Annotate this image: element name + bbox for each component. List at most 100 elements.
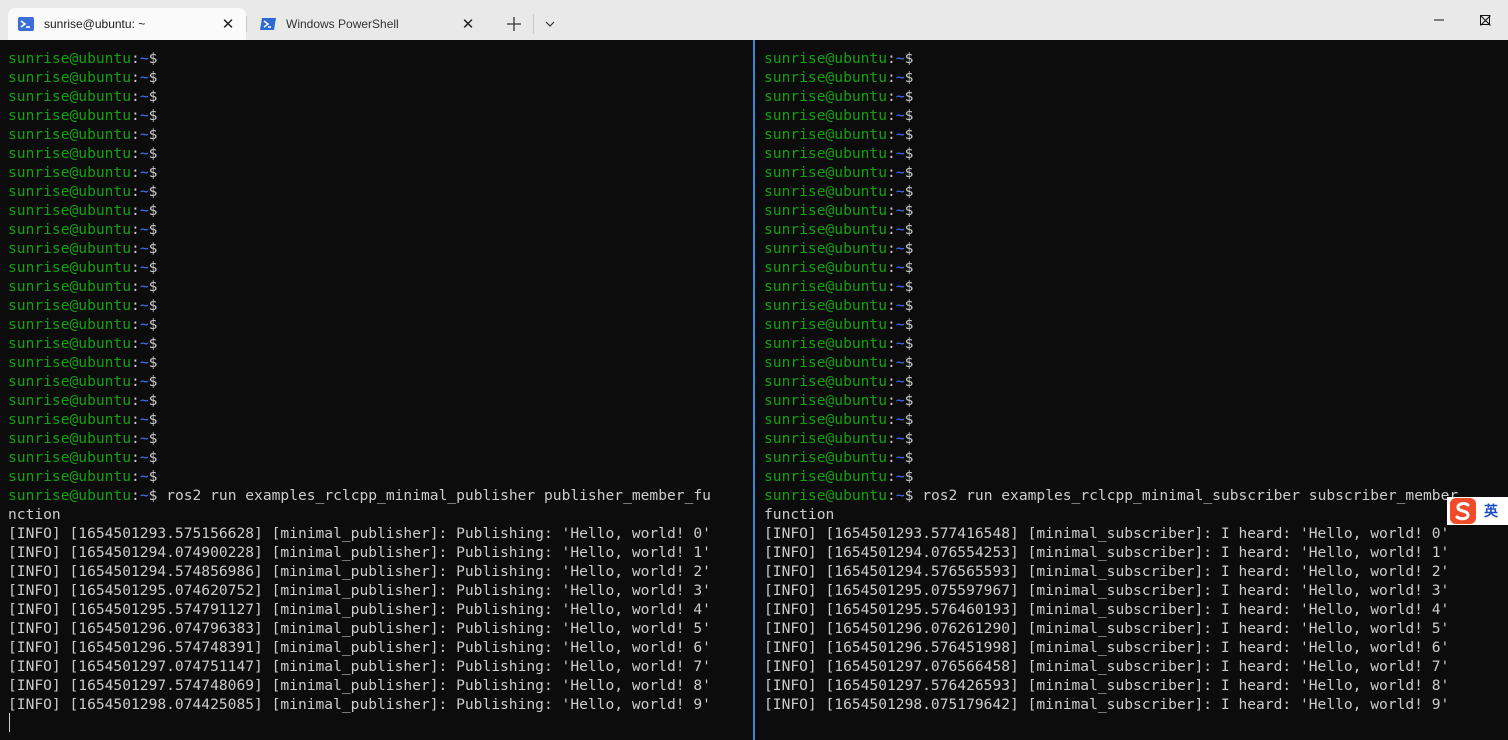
- prompt-symbol: $: [904, 373, 914, 390]
- prompt-line: sunrise@ubuntu:~$: [764, 410, 1467, 429]
- prompt-line: sunrise@ubuntu:~$ ros2 run examples_rclc…: [8, 486, 711, 505]
- prompt-user: sunrise@ubuntu: [8, 240, 132, 257]
- prompt-symbol: $: [904, 202, 914, 219]
- prompt-path: ~: [895, 126, 905, 143]
- log-line: [INFO] [1654501294.574856986] [minimal_p…: [8, 563, 711, 580]
- prompt-user: sunrise@ubuntu: [8, 164, 132, 181]
- log-line: [INFO] [1654501294.074900228] [minimal_p…: [8, 544, 711, 561]
- prompt-user: sunrise@ubuntu: [8, 126, 132, 143]
- prompt-user: sunrise@ubuntu: [8, 449, 132, 466]
- prompt-separator: :: [131, 449, 140, 466]
- tab-divider: [533, 14, 534, 34]
- prompt-separator: :: [131, 411, 140, 428]
- prompt-symbol: $: [904, 69, 914, 86]
- prompt-symbol: $: [904, 392, 914, 409]
- prompt-symbol: $: [148, 468, 158, 485]
- profile-dropdown-button[interactable]: [538, 10, 562, 38]
- prompt-line: sunrise@ubuntu:~$: [8, 372, 711, 391]
- prompt-line: sunrise@ubuntu:~$: [764, 201, 1467, 220]
- prompt-path: ~: [139, 278, 149, 295]
- close-window-button[interactable]: [1462, 0, 1508, 40]
- log-line: [INFO] [1654501298.074425085] [minimal_p…: [8, 696, 711, 713]
- log-line: [INFO] [1654501297.574748069] [minimal_p…: [8, 677, 711, 694]
- prompt-path: ~: [895, 297, 905, 314]
- prompt-line: sunrise@ubuntu:~$: [764, 429, 1467, 448]
- terminal-pane-right[interactable]: sunrise@ubuntu:~$ sunrise@ubuntu:~$ sunris…: [756, 40, 1508, 740]
- prompt-path: ~: [139, 50, 149, 67]
- prompt-line: sunrise@ubuntu:~$: [8, 201, 711, 220]
- command-wrap-line: nction: [8, 506, 61, 523]
- log-line: [INFO] [1654501294.576565593] [minimal_s…: [764, 563, 1450, 580]
- prompt-path: ~: [895, 202, 905, 219]
- prompt-line: sunrise@ubuntu:~$: [764, 49, 1467, 68]
- prompt-user: sunrise@ubuntu: [764, 449, 888, 466]
- new-tab-button[interactable]: [500, 10, 528, 38]
- prompt-path: ~: [895, 240, 905, 257]
- prompt-user: sunrise@ubuntu: [764, 430, 888, 447]
- prompt-symbol: $: [904, 126, 914, 143]
- prompt-separator: :: [887, 373, 896, 390]
- prompt-separator: :: [887, 202, 896, 219]
- log-line: [INFO] [1654501296.576451998] [minimal_s…: [764, 639, 1450, 656]
- terminal-pane-left[interactable]: sunrise@ubuntu:~$ sunrise@ubuntu:~$ sunris…: [0, 40, 752, 740]
- title-bar: sunrise@ubuntu: ~ ✕ Windows PowerShell ✕: [0, 0, 1508, 40]
- prompt-user: sunrise@ubuntu: [764, 202, 888, 219]
- prompt-separator: :: [887, 411, 896, 428]
- ime-language-label: 英: [1484, 504, 1498, 520]
- prompt-line: sunrise@ubuntu:~$: [764, 220, 1467, 239]
- prompt-separator: :: [887, 354, 896, 371]
- prompt-user: sunrise@ubuntu: [8, 468, 132, 485]
- prompt-separator: :: [887, 69, 896, 86]
- prompt-user: sunrise@ubuntu: [764, 164, 888, 181]
- prompt-symbol: $: [148, 392, 158, 409]
- prompt-separator: :: [131, 221, 140, 238]
- prompt-line: sunrise@ubuntu:~$: [8, 239, 711, 258]
- prompt-user: sunrise@ubuntu: [764, 316, 888, 333]
- prompt-path: ~: [139, 354, 149, 371]
- prompt-line: sunrise@ubuntu:~$: [8, 277, 711, 296]
- tab-divider: [246, 16, 247, 32]
- prompt-symbol: $: [148, 278, 158, 295]
- close-tab-icon[interactable]: ✕: [456, 12, 480, 36]
- prompt-line: sunrise@ubuntu:~$: [8, 296, 711, 315]
- prompt-symbol: $: [904, 240, 914, 257]
- prompt-user: sunrise@ubuntu: [8, 392, 132, 409]
- prompt-separator: :: [131, 373, 140, 390]
- prompt-user: sunrise@ubuntu: [8, 373, 132, 390]
- prompt-user: sunrise@ubuntu: [764, 183, 888, 200]
- prompt-line: sunrise@ubuntu:~$: [8, 334, 711, 353]
- prompt-line: sunrise@ubuntu:~$: [764, 87, 1467, 106]
- prompt-user: sunrise@ubuntu: [8, 316, 132, 333]
- prompt-path: ~: [139, 69, 149, 86]
- command-text: ros2 run examples_rclcpp_minimal_publish…: [157, 487, 711, 504]
- chevron-down-icon: [545, 21, 555, 27]
- prompt-user: sunrise@ubuntu: [764, 278, 888, 295]
- prompt-separator: :: [131, 126, 140, 143]
- close-tab-icon[interactable]: ✕: [216, 12, 240, 36]
- prompt-separator: :: [131, 487, 140, 504]
- prompt-symbol: $: [904, 88, 914, 105]
- prompt-user: sunrise@ubuntu: [764, 88, 888, 105]
- prompt-user: sunrise@ubuntu: [764, 297, 888, 314]
- tab-powershell[interactable]: Windows PowerShell ✕: [250, 8, 486, 40]
- prompt-path: ~: [139, 221, 149, 238]
- log-line: [INFO] [1654501295.075597967] [minimal_s…: [764, 582, 1450, 599]
- prompt-line: sunrise@ubuntu:~$: [8, 353, 711, 372]
- minimize-button[interactable]: [1416, 0, 1462, 40]
- prompt-symbol: $: [148, 107, 158, 124]
- prompt-path: ~: [139, 411, 149, 428]
- prompt-line: sunrise@ubuntu:~$: [8, 87, 711, 106]
- prompt-user: sunrise@ubuntu: [8, 487, 132, 504]
- tab-ubuntu[interactable]: sunrise@ubuntu: ~ ✕: [8, 8, 246, 40]
- prompt-symbol: $: [148, 69, 158, 86]
- prompt-line: sunrise@ubuntu:~$: [764, 315, 1467, 334]
- log-line: [INFO] [1654501297.074751147] [minimal_p…: [8, 658, 711, 675]
- prompt-path: ~: [895, 69, 905, 86]
- prompt-separator: :: [131, 69, 140, 86]
- prompt-user: sunrise@ubuntu: [8, 50, 132, 67]
- prompt-path: ~: [139, 259, 149, 276]
- prompt-separator: :: [131, 335, 140, 352]
- sogou-logo-icon: [1450, 498, 1476, 524]
- ime-indicator[interactable]: 英: [1447, 497, 1508, 525]
- prompt-separator: :: [131, 183, 140, 200]
